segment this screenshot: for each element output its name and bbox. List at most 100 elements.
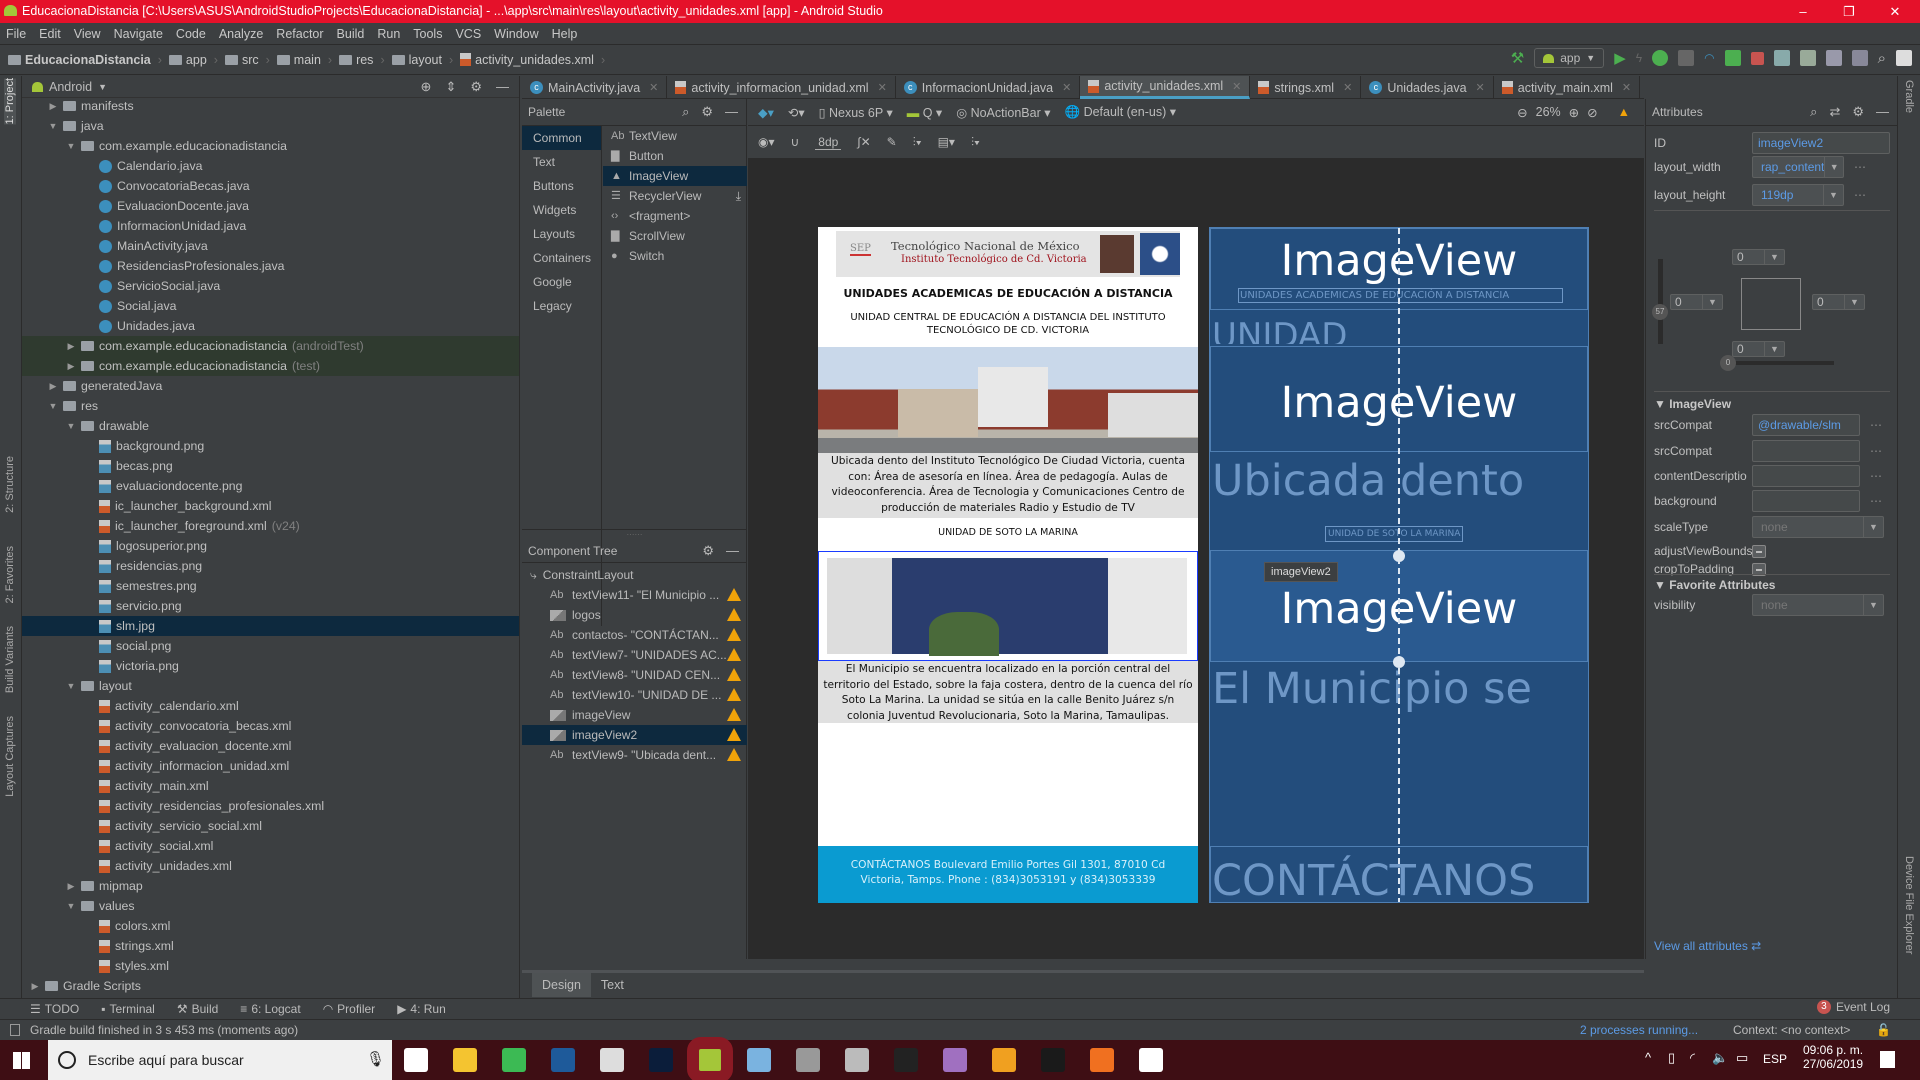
tool-window-build-variants[interactable]: Build Variants [4, 626, 16, 693]
warning-icon[interactable] [727, 728, 741, 741]
locate-icon[interactable]: ⊕ [421, 79, 432, 95]
run-icon[interactable]: ▶ [1614, 49, 1626, 67]
collapsed-arrow-icon[interactable]: ▶ [30, 981, 40, 992]
palette-item-switch[interactable]: ● Switch [603, 246, 747, 266]
tree-item[interactable]: activity_servicio_social.xml [22, 816, 519, 836]
hide-icon[interactable]: — [726, 543, 739, 559]
src-compat-field[interactable]: @drawable/slm [1752, 414, 1860, 436]
background-processes-link[interactable]: 2 processes running... [1580, 1020, 1698, 1040]
autoconnect-magnet-icon[interactable]: ∪ [791, 135, 800, 149]
close-tab-icon[interactable]: ✕ [1232, 80, 1241, 93]
sdk-manager-icon[interactable] [1825, 50, 1842, 66]
task-view-icon[interactable] [404, 1048, 428, 1072]
movie-maker-icon[interactable] [1041, 1048, 1065, 1072]
close-tab-icon[interactable]: ✕ [1343, 81, 1352, 94]
palette-category-google[interactable]: Google [522, 270, 601, 294]
teamviewer-icon[interactable] [551, 1048, 575, 1072]
warning-icon[interactable] [727, 708, 741, 721]
tool-window-gradle[interactable]: Gradle [1903, 80, 1915, 113]
menu-file[interactable]: File [6, 23, 26, 44]
tree-item[interactable]: ▼ com.example.educacionadistancia [22, 136, 519, 156]
collapsed-arrow-icon[interactable]: ▶ [66, 361, 76, 372]
attach-process-icon[interactable] [1724, 50, 1741, 66]
app-12-icon[interactable] [943, 1048, 967, 1072]
tree-item[interactable]: ▼ java [22, 116, 519, 136]
sync-gradle-icon[interactable] [1773, 50, 1790, 66]
tree-item[interactable]: EvaluacionDocente.java [22, 196, 519, 216]
search-icon[interactable]: ⌕ [1878, 50, 1886, 67]
margin-bottom-dropdown[interactable]: 0 ▼ [1732, 341, 1785, 357]
tree-item[interactable]: colors.xml [22, 916, 519, 936]
tree-item[interactable]: ServicioSocial.java [22, 276, 519, 296]
design-preview[interactable]: SEP Tecnológico Nacional de México Insti… [818, 227, 1198, 903]
tree-item[interactable]: MainActivity.java [22, 236, 519, 256]
usb-icon[interactable]: ▯ [1668, 1050, 1675, 1066]
tree-item[interactable]: strings.xml [22, 936, 519, 956]
attach-debugger-icon[interactable] [1678, 50, 1695, 66]
more-icon[interactable]: ⋯ [1870, 469, 1882, 483]
menu-navigate[interactable]: Navigate [114, 23, 163, 44]
account-icon[interactable] [1896, 50, 1912, 66]
close-tab-icon[interactable]: ✕ [649, 81, 658, 94]
default-margin[interactable]: 8dp [815, 135, 842, 150]
campus-image[interactable] [818, 347, 1198, 453]
debug-icon[interactable] [1652, 50, 1669, 66]
favorite-attributes-section[interactable]: ▼ Favorite Attributes [1654, 578, 1775, 592]
tree-item[interactable]: ▼ drawable [22, 416, 519, 436]
gear-icon[interactable]: ⚙ [702, 543, 714, 559]
constraint-handle[interactable] [1393, 656, 1405, 668]
palette-category-containers[interactable]: Containers [522, 246, 601, 270]
palette-category-text[interactable]: Text [522, 150, 601, 174]
horizontal-bias-slider[interactable] [1724, 361, 1834, 365]
description-text-1[interactable]: Ubicada dento del Instituto Tecnológico … [818, 453, 1198, 518]
tree-item[interactable]: ▼ values [22, 896, 519, 916]
palette-category-common[interactable]: Common [522, 126, 601, 150]
tree-item[interactable]: ▼ res [22, 396, 519, 416]
expanded-arrow-icon[interactable]: ▼ [66, 141, 76, 151]
more-icon[interactable]: ⋯ [1870, 494, 1882, 508]
photoshop-icon[interactable] [649, 1048, 673, 1072]
clear-constraints-icon[interactable]: ∫✕ [857, 135, 870, 149]
project-structure-icon[interactable] [1851, 50, 1868, 66]
tab-strings-xml[interactable]: strings.xml ✕ [1250, 76, 1362, 99]
src-compat-tools-field[interactable] [1752, 440, 1860, 462]
tree-item[interactable]: ▶ manifests [22, 96, 519, 116]
tool-window-2-favorites[interactable]: 2: Favorites [4, 546, 16, 603]
margin-left-dropdown[interactable]: 0 ▼ [1670, 294, 1723, 310]
taskbar-search[interactable]: Escribe aquí para buscar 🎙 [48, 1040, 392, 1080]
close-tab-icon[interactable]: ✕ [878, 81, 887, 94]
gear-icon[interactable]: ⚙ [470, 79, 482, 95]
tab-informacionunidad-java[interactable]: c InformacionUnidad.java ✕ [896, 76, 1081, 99]
heading-text[interactable]: UNIDADES ACADEMICAS DE EDUCACIÓN A DISTA… [818, 287, 1198, 300]
component-tree-item[interactable]: Ab textView7- "UNIDADES AC... [522, 645, 747, 665]
tree-item[interactable]: victoria.png [22, 656, 519, 676]
collapsed-arrow-icon[interactable]: ▶ [66, 881, 76, 892]
more-icon[interactable]: ⋯ [1870, 444, 1882, 458]
tab-text[interactable]: Text [591, 973, 634, 997]
orientation-icon[interactable]: ⟲▾ [788, 105, 805, 120]
minimize-button[interactable]: – [1780, 0, 1826, 23]
profile-icon[interactable]: ◠ [1704, 51, 1714, 65]
virtualbox-icon[interactable] [747, 1048, 771, 1072]
palette-item-button[interactable]: ▇ Button [603, 146, 747, 166]
breadcrumb-item[interactable]: activity_unidades.xml › [460, 53, 608, 67]
locale-select[interactable]: 🌐 Default (en-us) ▾ [1065, 104, 1176, 120]
file-explorer-icon[interactable] [453, 1048, 477, 1072]
warning-icon[interactable] [727, 688, 741, 701]
tree-item[interactable]: activity_convocatoria_becas.xml [22, 716, 519, 736]
tree-item[interactable]: Calendario.java [22, 156, 519, 176]
tab-unidades-java[interactable]: c Unidades.java ✕ [1361, 76, 1494, 99]
obs-icon[interactable] [894, 1048, 918, 1072]
expanded-arrow-icon[interactable]: ▼ [48, 401, 58, 411]
close-button[interactable]: ✕ [1872, 0, 1918, 23]
tree-item[interactable]: ▶ generatedJava [22, 376, 519, 396]
battery-icon[interactable]: ▭ [1736, 1050, 1748, 1066]
project-view-select[interactable]: Android [49, 80, 92, 94]
menu-analyze[interactable]: Analyze [219, 23, 263, 44]
visibility-dropdown[interactable]: none ▼ [1752, 594, 1884, 616]
breadcrumb-item[interactable]: main › [276, 53, 335, 67]
tree-item[interactable]: ▶ com.example.educacionadistancia (android… [22, 336, 519, 356]
action-center-icon[interactable] [1880, 1051, 1895, 1068]
xampp-icon[interactable] [1090, 1048, 1114, 1072]
app-13-icon[interactable] [992, 1048, 1016, 1072]
